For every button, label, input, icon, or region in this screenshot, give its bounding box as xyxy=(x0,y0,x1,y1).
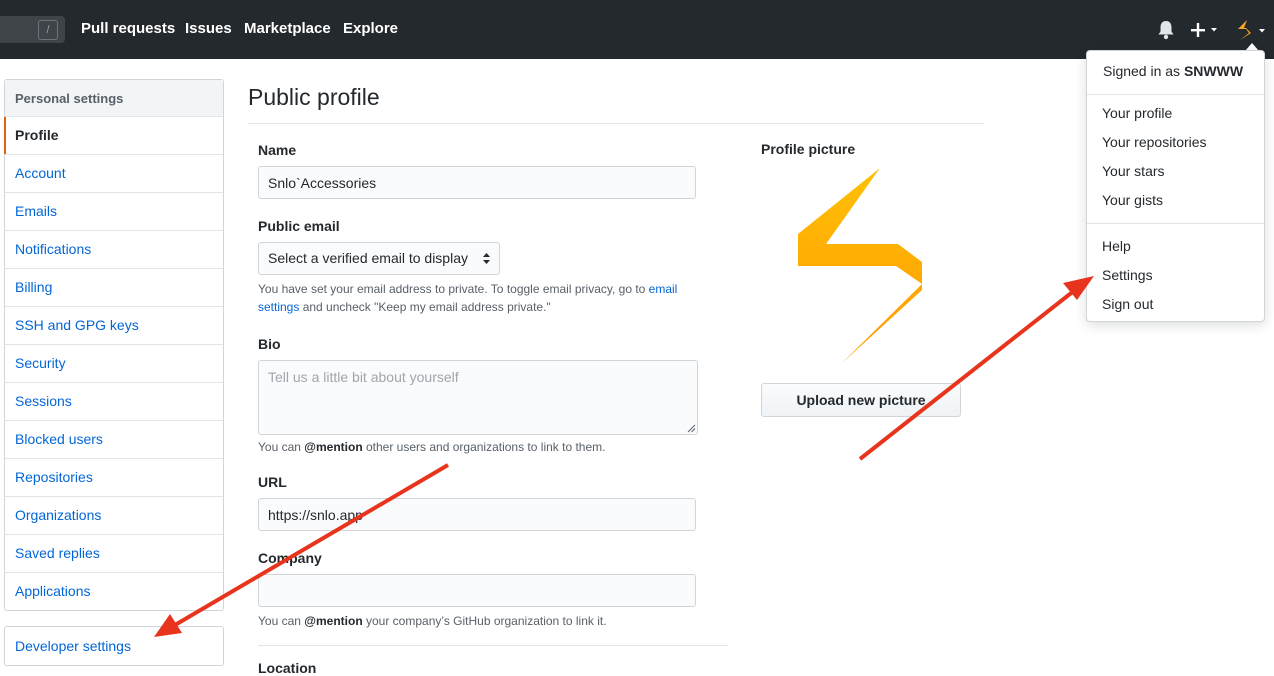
menu-settings[interactable]: Settings xyxy=(1102,267,1153,283)
email-note-text: You have set your email address to priva… xyxy=(258,282,646,296)
bio-note-mention: @mention xyxy=(304,440,363,454)
menu-your-repositories[interactable]: Your repositories xyxy=(1102,134,1207,150)
company-input[interactable] xyxy=(258,574,696,607)
settings-sidebar: Personal settings Profile Account Emails… xyxy=(4,79,224,611)
sidebar-item-profile[interactable]: Profile xyxy=(4,117,223,155)
nav-explore[interactable]: Explore xyxy=(343,20,398,37)
upload-picture-button[interactable]: Upload new picture xyxy=(761,383,961,417)
signed-in-as: Signed in as SNWWW xyxy=(1103,63,1243,79)
public-email-selected: Select a verified email to display xyxy=(268,250,468,266)
company-note-suffix: your company’s GitHub organization to li… xyxy=(366,614,607,628)
title-divider xyxy=(248,123,984,124)
location-label: Location xyxy=(258,660,317,676)
sidebar-item-notifications[interactable]: Notifications xyxy=(5,231,223,269)
dropdown-divider xyxy=(1087,94,1264,95)
nav-pull-requests[interactable]: Pull requests xyxy=(81,20,175,37)
sidebar-item-developer-settings[interactable]: Developer settings xyxy=(4,626,224,666)
sidebar-item-sessions[interactable]: Sessions xyxy=(5,383,223,421)
bio-note: You can @mention other users and organiz… xyxy=(258,438,605,456)
menu-help[interactable]: Help xyxy=(1102,238,1131,254)
menu-sign-out[interactable]: Sign out xyxy=(1102,296,1153,312)
profile-picture-label: Profile picture xyxy=(761,141,856,157)
bio-note-prefix: You can xyxy=(258,440,301,454)
email-settings-link[interactable]: email xyxy=(649,282,678,296)
menu-your-gists[interactable]: Your gists xyxy=(1102,192,1163,208)
sidebar-item-security[interactable]: Security xyxy=(5,345,223,383)
user-dropdown-menu: Signed in as SNWWW Your profile Your rep… xyxy=(1086,50,1265,322)
name-input[interactable] xyxy=(258,166,696,199)
resize-grip-icon[interactable] xyxy=(687,424,696,433)
page-title: Public profile xyxy=(248,84,380,110)
url-input[interactable] xyxy=(258,498,696,531)
bell-icon[interactable] xyxy=(1157,20,1175,40)
name-label: Name xyxy=(258,142,297,158)
avatar-bolt-icon[interactable] xyxy=(1234,17,1270,43)
search-shortcut-key: / xyxy=(38,20,58,40)
sidebar-item-emails[interactable]: Emails xyxy=(5,193,223,231)
email-note-suffix: and uncheck "Keep my email address priva… xyxy=(302,300,551,314)
section-divider xyxy=(258,645,728,646)
nav-marketplace[interactable]: Marketplace xyxy=(244,20,331,37)
company-note-prefix: You can xyxy=(258,614,301,628)
email-settings-link-cont[interactable]: settings xyxy=(258,300,299,314)
bio-note-suffix: other users and organizations to link to… xyxy=(366,440,606,454)
sidebar-item-ssh-gpg-keys[interactable]: SSH and GPG keys xyxy=(5,307,223,345)
menu-your-stars[interactable]: Your stars xyxy=(1102,163,1165,179)
menu-your-profile[interactable]: Your profile xyxy=(1102,105,1172,121)
sidebar-heading: Personal settings xyxy=(5,80,223,117)
signed-in-username: SNWWW xyxy=(1183,63,1244,79)
url-label: URL xyxy=(258,474,287,490)
company-label: Company xyxy=(258,550,322,566)
public-email-select[interactable]: Select a verified email to display xyxy=(258,242,500,275)
signed-in-prefix: Signed in as xyxy=(1103,63,1181,79)
dropdown-divider xyxy=(1087,223,1264,224)
select-arrows-icon xyxy=(483,253,490,264)
sidebar-item-applications[interactable]: Applications xyxy=(5,573,223,610)
sidebar-item-blocked-users[interactable]: Blocked users xyxy=(5,421,223,459)
sidebar-item-saved-replies[interactable]: Saved replies xyxy=(5,535,223,573)
bio-label: Bio xyxy=(258,336,281,352)
public-email-label: Public email xyxy=(258,218,340,234)
company-note: You can @mention your company’s GitHub o… xyxy=(258,612,607,630)
sidebar-item-billing[interactable]: Billing xyxy=(5,269,223,307)
company-note-mention: @mention xyxy=(304,614,363,628)
nav-issues[interactable]: Issues xyxy=(185,20,232,37)
sidebar-item-account[interactable]: Account xyxy=(5,155,223,193)
sidebar-item-repositories[interactable]: Repositories xyxy=(5,459,223,497)
plus-icon[interactable] xyxy=(1189,19,1221,41)
lightning-bolt-icon xyxy=(798,168,922,364)
top-header: / Pull requests Issues Marketplace Explo… xyxy=(0,0,1274,59)
sidebar-item-organizations[interactable]: Organizations xyxy=(5,497,223,535)
public-email-note: You have set your email address to priva… xyxy=(258,280,718,316)
bio-textarea[interactable] xyxy=(258,360,698,435)
